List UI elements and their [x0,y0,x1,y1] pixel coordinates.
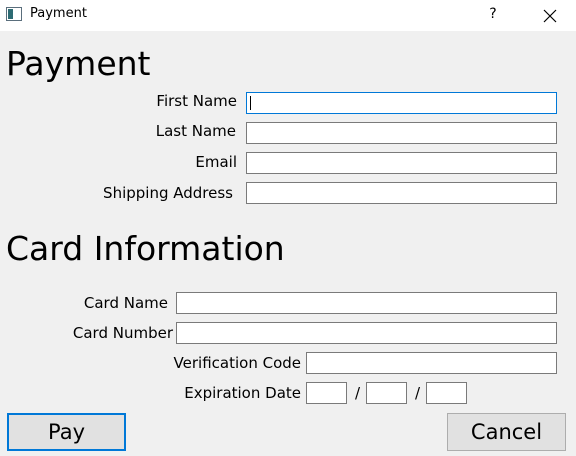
title-bar: Payment ? [0,0,576,31]
email-label: Email [195,153,237,171]
first-name-field[interactable] [246,92,557,114]
shipping-address-label: Shipping Address [103,184,233,202]
verification-code-field[interactable] [306,352,557,374]
pay-button[interactable]: Pay [7,413,126,451]
card-name-field[interactable] [176,292,557,314]
window-title: Payment [30,6,87,21]
close-button[interactable] [530,0,570,31]
expiration-separator-1: / [355,384,361,402]
help-button[interactable]: ? [478,0,508,31]
card-number-field[interactable] [176,322,557,344]
close-icon [543,9,557,23]
expiration-field-1[interactable] [306,382,347,404]
payment-heading: Payment [6,44,151,83]
window-app-icon [6,7,22,21]
last-name-field[interactable] [246,122,557,144]
card-number-label: Card Number [72,324,173,342]
expiration-date-label: Expiration Date [184,384,301,402]
cancel-button[interactable]: Cancel [447,413,566,451]
expiration-field-2[interactable] [366,382,407,404]
expiration-field-3[interactable] [426,382,467,404]
first-name-label: First Name [156,92,237,110]
expiration-separator-2: / [415,384,421,402]
card-information-heading: Card Information [6,229,285,268]
email-field[interactable] [246,152,557,174]
card-name-label: Card Name [83,294,168,312]
last-name-label: Last Name [155,122,236,140]
text-caret [250,96,251,110]
verification-code-label: Verification Code [173,354,301,372]
shipping-address-field[interactable] [246,182,557,204]
